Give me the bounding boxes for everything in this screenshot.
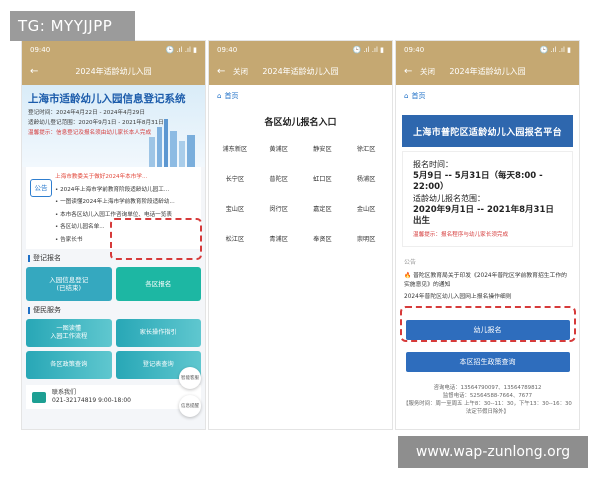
footer-line: 咨询电话：13564790097、13564789812 — [433, 384, 542, 391]
reminder-button[interactable]: 信息提醒 — [179, 395, 201, 417]
district-link[interactable]: 嘉定区 — [301, 204, 345, 213]
time-value: 5月9日 -- 5月31日（每天8:00 - 22:00） — [413, 170, 543, 193]
range-label: 适龄幼儿报名范围： — [413, 193, 485, 203]
footer-info: 咨询电话：13564790097、13564789812 监督电话：525645… — [396, 384, 579, 416]
home-icon: ⌂ — [217, 92, 222, 100]
district-signup-button[interactable]: 各区报名 — [115, 267, 201, 301]
service-policy-button[interactable]: 各区政策查询 — [26, 351, 112, 379]
district-link[interactable]: 奉贤区 — [301, 234, 345, 243]
back-arrow-icon[interactable]: ← — [404, 66, 416, 77]
status-icons: 🕒 .ıl .ıl ▮ — [352, 45, 384, 54]
district-link[interactable]: 青浦区 — [257, 234, 301, 243]
section-service-title: 便民服务 — [22, 301, 205, 319]
highlight-child-signup — [400, 306, 576, 342]
phone-screen-putuo-platform: 09:40 🕒 .ıl .ıl ▮ ← 关闭 2024年适龄幼儿入园 ⌂ 首页 … — [395, 40, 580, 430]
info-registration-button[interactable]: 入园信息登记 (已结束) — [26, 267, 112, 301]
home-icon: ⌂ — [404, 92, 409, 100]
city-skyline-icon — [149, 119, 195, 167]
section-label: 登记报名 — [33, 254, 61, 262]
status-time: 09:40 — [217, 45, 238, 54]
platform-content: ⌂ 首页 上海市普陀区适龄幼儿入园报名平台 报名时间： 5月9日 -- 5月31… — [396, 85, 579, 429]
district-content: ⌂ 首页 各区幼儿报名入口 浦东新区 黄浦区 静安区 徐汇区 长宁区 普陀区 虹… — [209, 85, 392, 429]
section-bar-icon — [28, 306, 30, 314]
home-label: 首页 — [224, 92, 239, 100]
banner-title: 上海市适龄幼儿入园信息登记系统 — [28, 93, 186, 105]
district-link[interactable]: 长宁区 — [213, 174, 257, 183]
status-bar: 09:40 🕒 .ıl .ıl ▮ — [209, 41, 392, 58]
banner: 上海市适龄幼儿入园信息登记系统 登记时间：2024年4月22日 - 2024年4… — [22, 85, 205, 167]
fire-icon: 🔥 — [404, 273, 412, 280]
status-icons: 🕒 .ıl .ıl ▮ — [165, 45, 197, 54]
status-bar: 09:40 🕒 .ıl .ıl ▮ — [396, 41, 579, 58]
contact-label: 联系我们 — [52, 389, 77, 397]
footer-line: 监督电话：52564588-7664、7677 — [442, 392, 533, 399]
status-time: 09:40 — [30, 45, 51, 54]
home-link[interactable]: ⌂ 首页 — [396, 85, 579, 107]
service-grid: 一图读懂 入园工作流程 家长操作指引 各区政策查询 登记表查询 — [26, 319, 201, 379]
district-link[interactable]: 静安区 — [301, 144, 345, 153]
nav-title: 2024年适龄幼儿入园 — [75, 67, 152, 76]
footer-line: 【服务时间：周一至周五 上午8：30--11：30，下午13：30--16：30… — [403, 400, 572, 415]
district-link[interactable]: 崇明区 — [344, 234, 388, 243]
status-time: 09:40 — [404, 45, 425, 54]
tg-badge: TG: MYYJJPP — [10, 11, 135, 41]
register-row: 入园信息登记 (已结束) 各区报名 — [26, 267, 201, 301]
home-label: 首页 — [411, 92, 426, 100]
banner-line: 登记时间：2024年4月22日 - 2024年4月29日 — [28, 110, 145, 116]
notice-text: 普陀区教育局关于印发《2024年普陀区学前教育招生工作的实施意见》的通知 — [404, 273, 567, 288]
district-link[interactable]: 虹口区 — [301, 174, 345, 183]
service-guide-button[interactable]: 家长操作指引 — [115, 319, 201, 347]
service-flow-button[interactable]: 一图读懂 入园工作流程 — [26, 319, 112, 347]
close-link[interactable]: 关闭 — [233, 66, 248, 77]
district-link[interactable]: 宝山区 — [213, 204, 257, 213]
district-link[interactable]: 黄浦区 — [257, 144, 301, 153]
announcement-icon: 公告 — [30, 179, 52, 197]
district-link[interactable]: 松江区 — [213, 234, 257, 243]
announcement-item[interactable]: • 一图读懂2024年上海市学前教育阶段适龄幼... — [55, 196, 199, 209]
signup-info-box: 报名时间： 5月9日 -- 5月31日（每天8:00 - 22:00） 适龄幼儿… — [402, 151, 573, 248]
status-icons: 🕒 .ıl .ıl ▮ — [539, 45, 571, 54]
platform-banner: 上海市普陀区适龄幼儿入园报名平台 — [402, 115, 573, 147]
page-title: 各区幼儿报名入口 — [264, 118, 337, 128]
contact-text: 联系我们 021-32174819 9:00-18:00 — [52, 389, 131, 405]
nav-bar: ← 2024年适龄幼儿入园 — [22, 58, 205, 85]
district-grid: 浦东新区 黄浦区 静安区 徐汇区 长宁区 普陀区 虹口区 杨浦区 宝山区 闵行区… — [209, 144, 392, 243]
home-link[interactable]: ⌂ 首页 — [209, 85, 392, 107]
section-bar-icon — [28, 254, 30, 262]
chat-icon — [32, 391, 46, 403]
contact-value: 021-32174819 9:00-18:00 — [52, 397, 131, 404]
district-link[interactable]: 杨浦区 — [344, 174, 388, 183]
announcement-item[interactable]: 上海市教委关于做好2024年本市学... — [55, 171, 199, 184]
district-link[interactable]: 闵行区 — [257, 204, 301, 213]
close-link[interactable]: 关闭 — [420, 66, 435, 77]
highlight-district-signup — [110, 218, 202, 260]
announcement-label: 公告 — [404, 259, 417, 267]
announcement-item[interactable]: • 2024年上海市学前教育阶段适龄幼儿园工... — [55, 184, 199, 197]
district-link[interactable]: 金山区 — [344, 204, 388, 213]
tip-text: 温馨提示：报名程序与幼儿家长须完成 — [413, 232, 509, 239]
district-link[interactable]: 徐汇区 — [344, 144, 388, 153]
district-link[interactable]: 浦东新区 — [213, 144, 257, 153]
time-label: 报名时间： — [413, 160, 453, 169]
section-label: 便民服务 — [33, 306, 61, 314]
status-bar: 09:40 🕒 .ıl .ıl ▮ — [22, 41, 205, 58]
district-link[interactable]: 普陀区 — [257, 174, 301, 183]
back-arrow-icon[interactable]: ← — [217, 66, 229, 77]
notice-link[interactable]: 2024年普陀区幼儿入园网上报名操作细则 — [396, 291, 579, 303]
contact-row[interactable]: 联系我们 021-32174819 9:00-18:00 — [26, 385, 201, 409]
back-arrow-icon[interactable]: ← — [30, 66, 42, 77]
nav-bar: ← 关闭 2024年适龄幼儿入园 — [209, 58, 392, 85]
watermark: www.wap-zunlong.org — [398, 436, 588, 468]
range-value: 2020年9月1日 -- 2021年8月31日出生 — [413, 204, 554, 226]
nav-bar: ← 关闭 2024年适龄幼儿入园 — [396, 58, 579, 85]
notice-link[interactable]: 🔥 普陀区教育局关于印发《2024年普陀区学前教育招生工作的实施意见》的通知 — [396, 270, 579, 291]
phone-screen-district-list: 09:40 🕒 .ıl .ıl ▮ ← 关闭 2024年适龄幼儿入园 ⌂ 首页 … — [208, 40, 393, 430]
policy-query-button[interactable]: 本区招生政策查询 — [405, 351, 570, 372]
smart-service-button[interactable]: 智能客服 — [179, 367, 201, 389]
